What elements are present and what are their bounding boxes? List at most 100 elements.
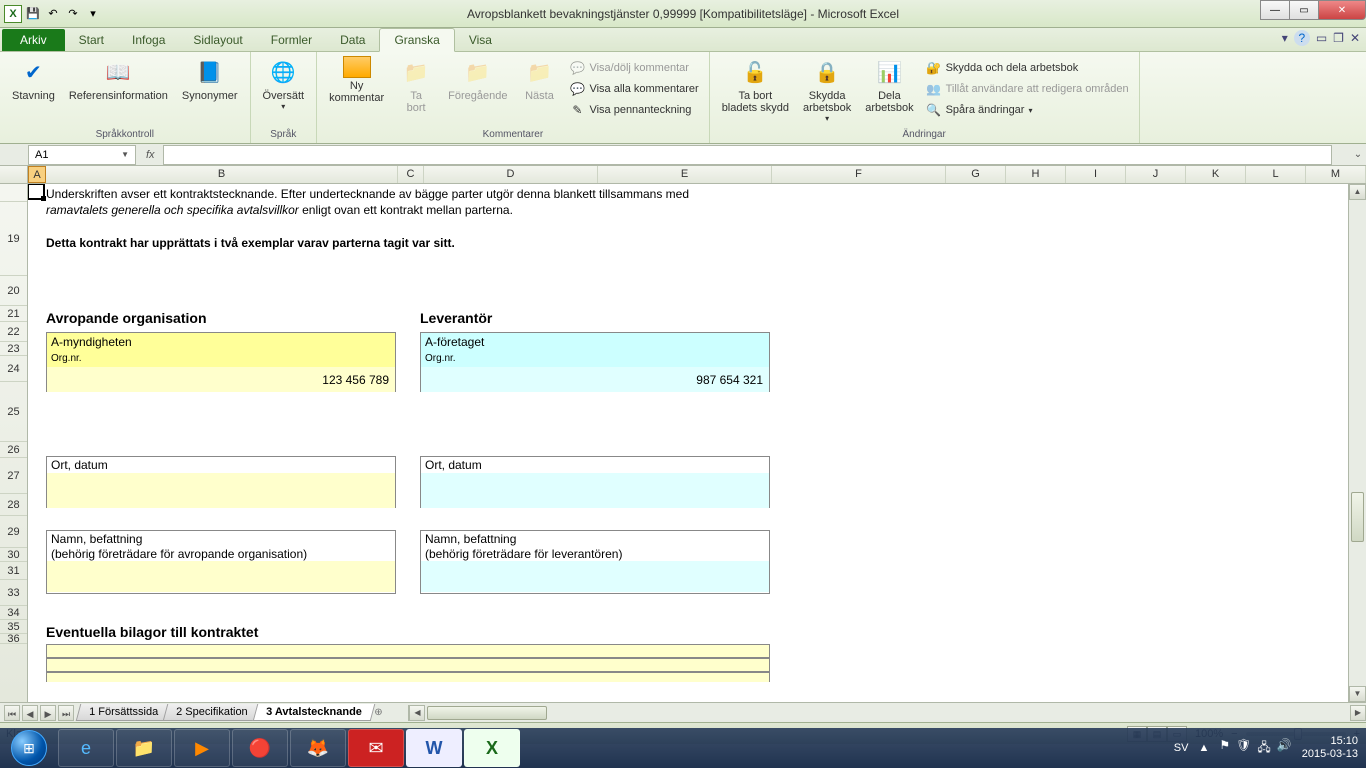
scroll-up-button[interactable]: ▲: [1349, 184, 1366, 200]
research-button[interactable]: 📖 Referensinformation: [63, 54, 174, 104]
row-header-20[interactable]: 20: [0, 276, 27, 306]
org-name-cell[interactable]: A-myndigheten: [47, 333, 395, 353]
help-icon[interactable]: ?: [1294, 30, 1310, 46]
qat-customize-icon[interactable]: ▾: [84, 5, 102, 23]
tab-last-button[interactable]: ⏭: [58, 705, 74, 721]
col-header-F[interactable]: F: [772, 166, 946, 183]
tray-network-icon[interactable]: 🖧: [1257, 738, 1270, 759]
row-header-22[interactable]: 22: [0, 322, 27, 342]
col-header-M[interactable]: M: [1306, 166, 1366, 183]
undo-icon[interactable]: ↶: [44, 5, 62, 23]
redo-icon[interactable]: ↷: [64, 5, 82, 23]
sup-ort-box[interactable]: Ort, datum: [420, 456, 770, 508]
tray-volume-icon[interactable]: 🔊: [1277, 738, 1292, 759]
row-header-24[interactable]: 24: [0, 356, 27, 382]
sup-nr-cell[interactable]: 987 654 321: [421, 367, 769, 392]
close-button[interactable]: ✕: [1318, 0, 1366, 20]
unprotect-sheet-button[interactable]: 🔓 Ta bort bladets skydd: [716, 54, 795, 116]
formula-input[interactable]: [163, 145, 1332, 165]
horizontal-scrollbar[interactable]: ◀ ▶: [408, 705, 1366, 721]
sheet-tab-1[interactable]: 1 Försättssida: [76, 704, 172, 721]
formula-bar-expand-icon[interactable]: ⌄: [1350, 149, 1366, 160]
col-header-H[interactable]: H: [1006, 166, 1066, 183]
taskbar-chrome[interactable]: 🔴: [232, 729, 288, 767]
tab-next-button[interactable]: ▶: [40, 705, 56, 721]
scroll-left-button[interactable]: ◀: [409, 705, 425, 721]
doc-restore-icon[interactable]: ❐: [1333, 31, 1344, 45]
col-header-A[interactable]: A: [28, 166, 46, 183]
tab-visa[interactable]: Visa: [455, 29, 506, 51]
share-workbook-button[interactable]: 📊 Dela arbetsbok: [859, 54, 919, 116]
col-header-I[interactable]: I: [1066, 166, 1126, 183]
doc-close-icon[interactable]: ✕: [1350, 31, 1360, 45]
start-button[interactable]: ⊞: [2, 728, 56, 768]
row-header-36[interactable]: 36: [0, 634, 27, 644]
row-header-26[interactable]: 26: [0, 442, 27, 458]
clock[interactable]: 15:10 2015-03-13: [1302, 735, 1358, 761]
taskbar-mail[interactable]: ✉: [348, 729, 404, 767]
sheet-tab-2[interactable]: 2 Specifikation: [163, 704, 261, 721]
thesaurus-button[interactable]: 📘 Synonymer: [176, 54, 244, 104]
col-header-D[interactable]: D: [424, 166, 598, 183]
org-ort-box[interactable]: Ort, datum: [46, 456, 396, 508]
minimize-button[interactable]: —: [1260, 0, 1290, 20]
fx-icon[interactable]: fx: [138, 149, 163, 161]
tab-prev-button[interactable]: ◀: [22, 705, 38, 721]
track-changes-button[interactable]: 🔍 Spåra ändringar ▾: [922, 100, 1133, 120]
row-header-29[interactable]: 29: [0, 516, 27, 548]
bilaga-row-3[interactable]: [46, 672, 770, 682]
scroll-down-button[interactable]: ▼: [1349, 686, 1366, 702]
show-all-comments-button[interactable]: 💬 Visa alla kommentarer: [565, 79, 702, 99]
scroll-right-button[interactable]: ▶: [1350, 705, 1366, 721]
tray-arrow-icon[interactable]: ▲: [1198, 742, 1209, 754]
tab-start[interactable]: Start: [65, 29, 118, 51]
row-header-19[interactable]: 19: [0, 202, 27, 276]
translate-button[interactable]: 🌐 Översätt ▾: [257, 54, 311, 113]
tab-sidlayout[interactable]: Sidlayout: [179, 29, 256, 51]
row-header-35[interactable]: 35: [0, 620, 27, 634]
taskbar-explorer[interactable]: 📁: [116, 729, 172, 767]
ribbon-minimize-icon[interactable]: ▭: [1316, 31, 1327, 45]
tab-granska[interactable]: Granska: [379, 28, 454, 52]
tray-shield-icon[interactable]: 🛡: [1236, 738, 1251, 759]
protect-workbook-button[interactable]: 🔒 Skydda arbetsbok ▾: [797, 54, 857, 125]
tab-file[interactable]: Arkiv: [2, 29, 65, 51]
row-header-33[interactable]: 33: [0, 580, 27, 606]
taskbar-excel[interactable]: X: [464, 729, 520, 767]
row-header-25[interactable]: 25: [0, 382, 27, 442]
save-icon[interactable]: 💾: [24, 5, 42, 23]
org-namn-box[interactable]: Namn, befattning (behörig företrädare fö…: [46, 530, 396, 594]
row-header-27[interactable]: 27: [0, 458, 27, 494]
taskbar-media[interactable]: ▶: [174, 729, 230, 767]
excel-logo-icon[interactable]: X: [4, 5, 22, 23]
bilaga-row-1[interactable]: [46, 644, 770, 658]
row-header-21[interactable]: 21: [0, 306, 27, 322]
taskbar-firefox[interactable]: 🦊: [290, 729, 346, 767]
scroll-thumb[interactable]: [1351, 492, 1364, 542]
row-header-31[interactable]: 31: [0, 562, 27, 580]
row-header-34[interactable]: 34: [0, 606, 27, 620]
row-header-30[interactable]: 30: [0, 548, 27, 562]
tray-flag-icon[interactable]: ⚑: [1219, 738, 1230, 759]
spelling-button[interactable]: ✔ Stavning: [6, 54, 61, 104]
select-all-button[interactable]: [0, 166, 28, 183]
sup-name-cell[interactable]: A-företaget: [421, 333, 769, 353]
org-nr-cell[interactable]: 123 456 789: [47, 367, 395, 392]
col-header-G[interactable]: G: [946, 166, 1006, 183]
maximize-button[interactable]: ▭: [1289, 0, 1319, 20]
worksheet[interactable]: Underskriften avser ett kontraktstecknan…: [28, 184, 1348, 702]
tab-data[interactable]: Data: [326, 29, 379, 51]
col-header-J[interactable]: J: [1126, 166, 1186, 183]
name-box[interactable]: A1 ▼: [28, 145, 136, 165]
new-comment-button[interactable]: Ny kommentar: [323, 54, 390, 106]
tab-infoga[interactable]: Infoga: [118, 29, 179, 51]
tab-formler[interactable]: Formler: [257, 29, 326, 51]
col-header-K[interactable]: K: [1186, 166, 1246, 183]
col-header-L[interactable]: L: [1246, 166, 1306, 183]
row-header-top[interactable]: [0, 184, 27, 202]
ribbon-dropdown-icon[interactable]: ▾: [1282, 31, 1288, 45]
taskbar-ie[interactable]: e: [58, 729, 114, 767]
language-indicator[interactable]: SV: [1174, 742, 1189, 754]
hscroll-thumb[interactable]: [427, 706, 547, 720]
bilaga-row-2[interactable]: [46, 658, 770, 672]
